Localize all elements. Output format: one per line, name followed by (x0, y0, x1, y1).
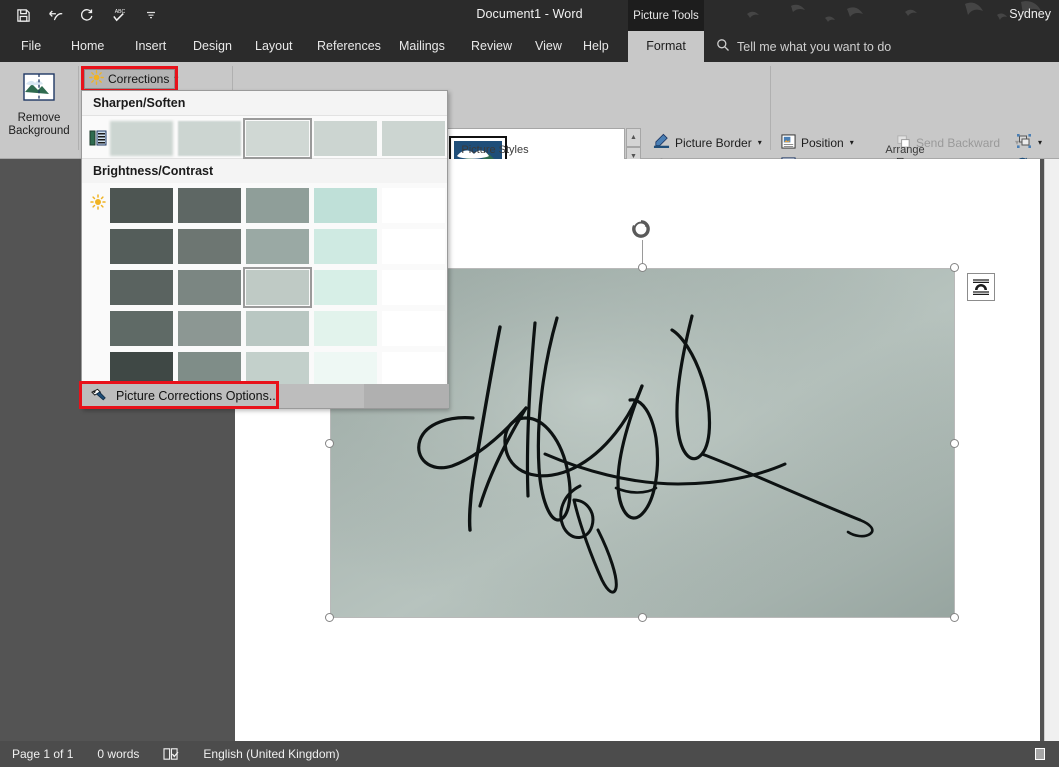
tab-layout[interactable]: Layout (246, 31, 302, 62)
chevron-down-icon: ▾ (849, 137, 854, 147)
arrange-group-label: Arrange (885, 144, 925, 156)
ribbon-tab-strip: File Home Insert Design Layout Reference… (0, 31, 1059, 62)
user-account-name[interactable]: Sydney (1009, 7, 1051, 21)
status-bar: Page 1 of 1 0 words English (United King… (0, 741, 1059, 767)
title-bar: ABC Document1 - Word Picture Tools Sydne… (0, 0, 1059, 31)
brightness-contrast-header: Brightness/Contrast (82, 159, 447, 183)
rotate-handle-icon[interactable] (630, 218, 655, 243)
bc-cell-b0-c-20[interactable] (178, 270, 241, 305)
status-language[interactable]: English (United Kingdom) (191, 747, 351, 761)
status-word-count[interactable]: 0 words (85, 747, 151, 761)
vertical-scrollbar[interactable] (1044, 159, 1059, 741)
picture-border-button[interactable]: Picture Border ▾ (650, 132, 765, 153)
tell-me-placeholder: Tell me what you want to do (737, 39, 892, 54)
brightness-contrast-sun-icon (89, 193, 107, 211)
resize-handle-bottom-left[interactable] (325, 613, 334, 622)
tab-help[interactable]: Help (574, 31, 618, 62)
resize-handle-top-center[interactable] (638, 263, 647, 272)
remove-background-label-line1: Remove (17, 112, 61, 124)
corrections-label: Corrections (108, 72, 170, 86)
sharpen-cell-plus-25[interactable] (314, 121, 377, 156)
sharpen-cell-minus-50[interactable] (110, 121, 173, 156)
bc-cell-b0-c20[interactable] (314, 270, 377, 305)
tab-design[interactable]: Design (184, 31, 241, 62)
sharpen-soften-row (82, 115, 447, 159)
resize-handle-bottom-center[interactable] (638, 613, 647, 622)
tab-file[interactable]: File (12, 31, 50, 62)
bc-cell-b-20-c-40[interactable] (110, 229, 173, 264)
group-objects-icon (1016, 133, 1032, 152)
picture-border-icon (653, 133, 670, 152)
bc-cell-b40-c-40[interactable] (110, 352, 173, 387)
resize-handle-bottom-right[interactable] (950, 613, 959, 622)
bc-cell-b-20-c40[interactable] (382, 229, 445, 264)
bc-cell-b20-c-20[interactable] (178, 311, 241, 346)
bc-cell-b0-c0-selected[interactable] (243, 267, 312, 308)
tell-me-search[interactable]: Tell me what you want to do (716, 31, 891, 62)
bc-cell-b0-c40[interactable] (382, 270, 445, 305)
group-objects-button[interactable]: ▾ (1013, 132, 1045, 153)
bc-cell-b20-c40[interactable] (382, 311, 445, 346)
bc-cell-b-40-c0[interactable] (246, 188, 309, 223)
bc-cell-b40-c20[interactable] (314, 352, 377, 387)
bc-cell-b-40-c-40[interactable] (110, 188, 173, 223)
corrections-sun-icon (89, 70, 104, 88)
chevron-down-icon: ▾ (757, 137, 762, 147)
resize-handle-top-right[interactable] (950, 263, 959, 272)
chevron-down-icon: ▾ (1038, 137, 1043, 147)
bc-cell-b-20-c-20[interactable] (178, 229, 241, 264)
sharpen-cell-minus-25[interactable] (178, 121, 241, 156)
chevron-down-icon: ▾ (174, 74, 179, 83)
tab-insert[interactable]: Insert (126, 31, 175, 62)
tab-references[interactable]: References (308, 31, 390, 62)
picture-corrections-options-item[interactable]: Picture Corrections Options... (82, 384, 364, 408)
search-icon (716, 38, 730, 55)
bc-cell-b20-c0[interactable] (246, 311, 309, 346)
tab-view[interactable]: View (526, 31, 571, 62)
sharpen-soften-icon (89, 129, 107, 147)
position-icon (781, 133, 796, 152)
document-views-icon[interactable] (1021, 747, 1059, 761)
bc-cell-b40-c40[interactable] (382, 352, 445, 387)
tab-review[interactable]: Review (462, 31, 521, 62)
bc-cell-b0-c-40[interactable] (110, 270, 173, 305)
brightness-contrast-grid (82, 183, 447, 389)
remove-background-label-line2: Background (8, 125, 70, 137)
bc-cell-b-20-c20[interactable] (314, 229, 377, 264)
sharpen-soften-header: Sharpen/Soften (82, 91, 447, 115)
corrections-button[interactable]: Corrections ▾ (84, 69, 179, 89)
bc-cell-b-20-c0[interactable] (246, 229, 309, 264)
picture-border-label: Picture Border (675, 135, 752, 150)
bc-cell-b-40-c40[interactable] (382, 188, 445, 223)
tab-home[interactable]: Home (62, 31, 113, 62)
tab-mailings[interactable]: Mailings (390, 31, 454, 62)
position-button[interactable]: Position ▾ (778, 132, 857, 153)
position-label: Position (801, 135, 844, 150)
bc-cell-b20-c-40[interactable] (110, 311, 173, 346)
bc-cell-b40-c0[interactable] (246, 352, 309, 387)
resize-handle-middle-left[interactable] (325, 439, 334, 448)
picture-styles-group-label: Picture Styles (461, 144, 529, 156)
picture-tools-contextual-tab-label: Picture Tools (628, 0, 704, 31)
bc-cell-b20-c20[interactable] (314, 311, 377, 346)
corrections-dropdown-gallery[interactable]: Sharpen/Soften Brightness/Contrast Pictu… (81, 90, 449, 409)
document-title: Document1 - Word (476, 7, 583, 21)
resize-handle-middle-right[interactable] (950, 439, 959, 448)
sharpen-cell-plus-50[interactable] (382, 121, 445, 156)
bc-cell-b40-c-20[interactable] (178, 352, 241, 387)
word-application-window: ABC Document1 - Word Picture Tools Sydne… (0, 0, 1059, 767)
remove-background-icon (22, 72, 56, 108)
picture-corrections-options-label: Picture Corrections Options... (116, 389, 280, 403)
gallery-scroll-up-button[interactable]: ▲ (626, 128, 641, 148)
dropdown-footer: Picture Corrections Options... (82, 384, 449, 408)
status-page-number[interactable]: Page 1 of 1 (0, 747, 85, 761)
sharpen-cell-zero[interactable] (243, 118, 312, 159)
layout-options-icon[interactable] (967, 273, 995, 301)
bc-cell-b-40-c20[interactable] (314, 188, 377, 223)
proofing-errors-icon[interactable] (151, 747, 191, 761)
picture-corrections-options-icon (90, 387, 107, 406)
remove-background-button[interactable]: Remove Background (4, 66, 74, 152)
bc-cell-b-40-c-20[interactable] (178, 188, 241, 223)
tab-format[interactable]: Format (628, 31, 704, 62)
